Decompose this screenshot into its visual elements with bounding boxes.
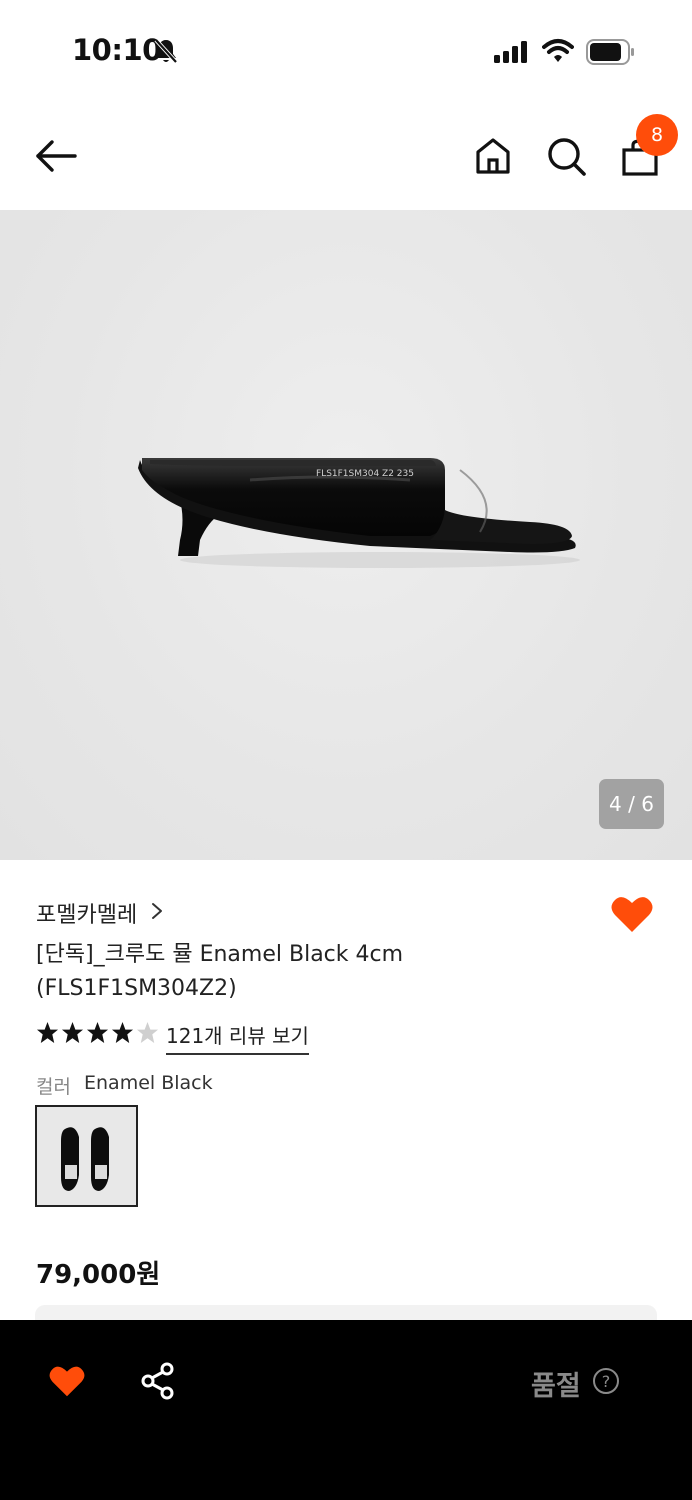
color-label: 컬러 bbox=[36, 1076, 71, 1098]
color-value: Enamel Black bbox=[84, 1072, 213, 1094]
wishlist-heart-icon[interactable] bbox=[610, 894, 654, 938]
help-circle-icon[interactable]: ? bbox=[592, 1367, 620, 1399]
star-empty-icon bbox=[136, 1021, 159, 1044]
back-arrow-icon[interactable] bbox=[34, 138, 78, 178]
star-filled-icon bbox=[111, 1021, 134, 1044]
sold-out-label: 품절 bbox=[531, 1371, 581, 1402]
cart-count-badge: 8 bbox=[636, 114, 678, 156]
product-price: 79,000원 bbox=[36, 1260, 161, 1290]
image-page-indicator: 4 / 6 bbox=[599, 779, 664, 829]
bell-slash-icon bbox=[152, 37, 180, 69]
top-nav: 8 bbox=[0, 100, 692, 210]
status-time: 10:10 bbox=[72, 33, 162, 67]
rating-stars bbox=[36, 1021, 159, 1044]
brand-link[interactable]: 포멜카멜레 bbox=[36, 897, 137, 929]
battery-icon bbox=[586, 39, 636, 69]
chevron-right-icon[interactable] bbox=[150, 901, 164, 925]
share-icon[interactable] bbox=[140, 1362, 176, 1404]
product-title: [단독]_크루도 뮬 Enamel Black 4cm (FLS1F1SM304… bbox=[36, 942, 404, 1001]
bottom-action-bar: 품절 ? bbox=[0, 1320, 692, 1500]
home-icon[interactable] bbox=[474, 136, 512, 180]
svg-text:?: ? bbox=[602, 1372, 611, 1391]
search-icon[interactable] bbox=[546, 136, 588, 182]
wifi-icon bbox=[542, 38, 574, 68]
star-filled-icon bbox=[86, 1021, 109, 1044]
product-label-text: FLS1F1SM304 Z2 235 bbox=[316, 469, 414, 479]
star-filled-icon bbox=[61, 1021, 84, 1044]
review-link[interactable]: 121개 리뷰 보기 bbox=[166, 1020, 309, 1055]
star-filled-icon bbox=[36, 1021, 59, 1044]
heart-icon[interactable] bbox=[48, 1364, 86, 1402]
signal-icon bbox=[494, 40, 530, 68]
status-bar: 10:10 bbox=[0, 0, 692, 100]
product-image: FLS1F1SM304 Z2 235 bbox=[130, 440, 590, 584]
color-swatch[interactable] bbox=[35, 1105, 138, 1207]
